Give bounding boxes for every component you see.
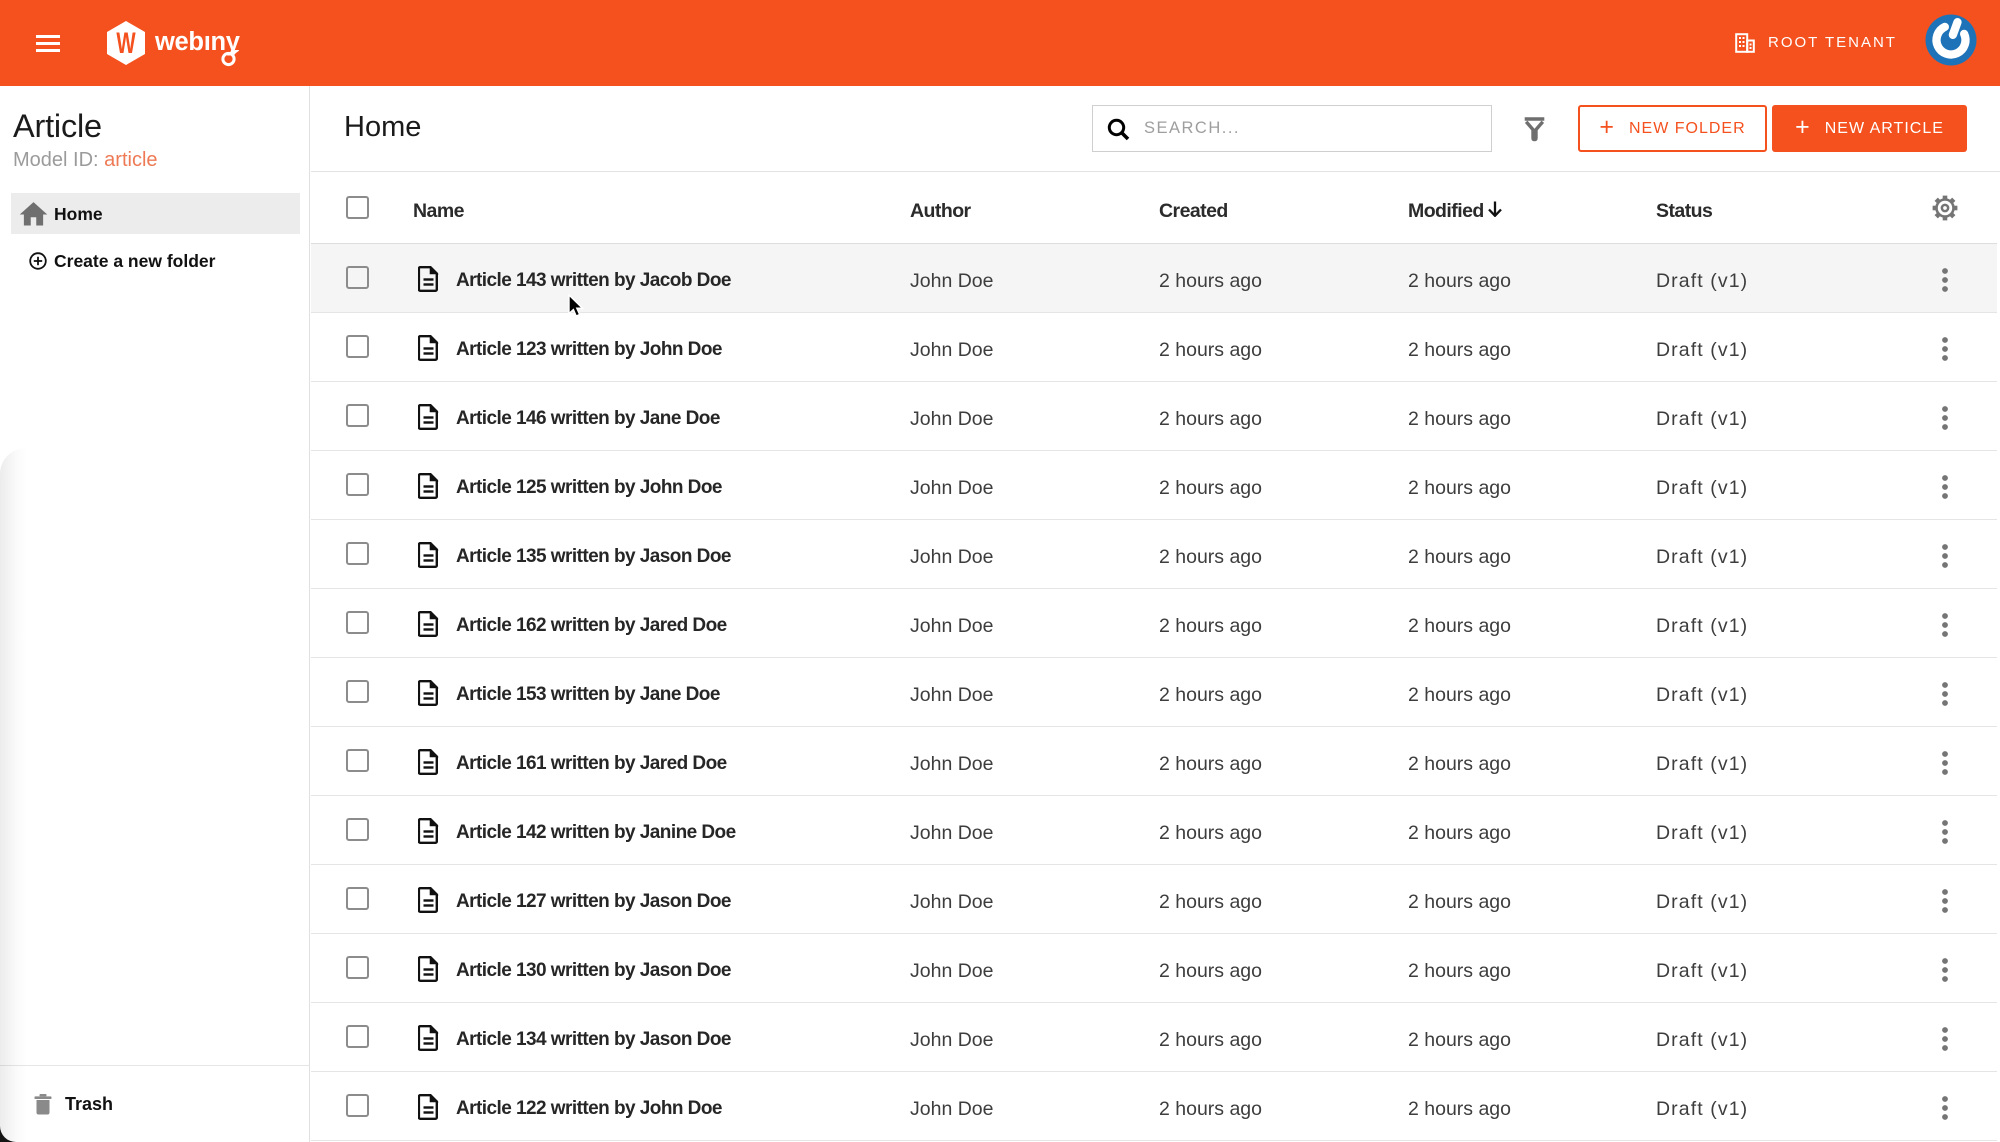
svg-text:W: W [116,27,136,60]
